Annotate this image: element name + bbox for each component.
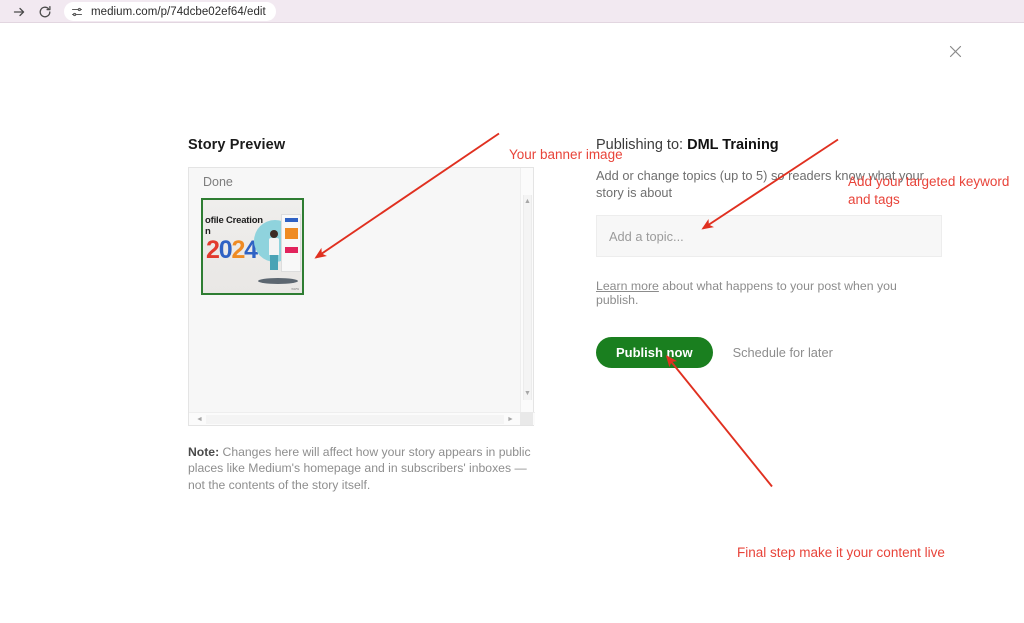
scroll-down-arrow-icon[interactable]: ▼ bbox=[521, 387, 534, 400]
banner-illustration bbox=[254, 212, 302, 290]
banner-year: 2024 bbox=[206, 236, 258, 264]
publication-name[interactable]: DML Training bbox=[687, 137, 779, 153]
preview-horizontal-scrollbar[interactable]: ◄ ► bbox=[189, 412, 535, 425]
banner-year-char-3: 2 bbox=[231, 236, 245, 264]
illustration-bar-pink bbox=[285, 247, 298, 253]
reload-icon[interactable] bbox=[32, 1, 58, 23]
publish-actions: Publish now Schedule for later bbox=[596, 337, 942, 368]
arrow-to-publish-button bbox=[665, 355, 773, 488]
illustration-screen bbox=[281, 214, 301, 272]
done-label: Done bbox=[203, 175, 233, 189]
annotation-final-text: Final step make it your content live bbox=[737, 545, 945, 560]
banner-credit: www bbox=[291, 287, 299, 291]
learn-more-line: Learn more about what happens to your po… bbox=[596, 279, 942, 307]
schedule-for-later-link[interactable]: Schedule for later bbox=[733, 345, 833, 360]
note-label: Note: bbox=[188, 445, 220, 459]
banner-year-char-2: 0 bbox=[218, 236, 233, 264]
scrollbar-corner bbox=[520, 412, 533, 425]
url-text: medium.com/p/74dcbe02ef64/edit bbox=[91, 5, 266, 18]
publish-now-button[interactable]: Publish now bbox=[596, 337, 713, 368]
horizontal-scroll-track[interactable] bbox=[206, 415, 504, 424]
learn-more-link[interactable]: Learn more bbox=[596, 279, 659, 293]
illustration-ground bbox=[258, 278, 298, 284]
publish-settings-section: Publishing to: DML Training Add or chang… bbox=[596, 137, 942, 368]
publish-dialog: Story Preview Done ofile Creation n 2024 bbox=[0, 23, 1024, 600]
preview-note: Note: Changes here will affect how your … bbox=[188, 444, 536, 493]
banner-year-char-1: 2 bbox=[206, 236, 220, 264]
illustration-person-body bbox=[269, 238, 279, 255]
scroll-right-arrow-icon[interactable]: ► bbox=[504, 413, 517, 426]
address-bar[interactable]: medium.com/p/74dcbe02ef64/edit bbox=[64, 2, 276, 21]
illustration-bar-orange bbox=[285, 228, 298, 239]
preview-vertical-scrollbar[interactable]: ▲ ▼ bbox=[520, 168, 533, 414]
preview-frame: Done ofile Creation n 2024 www ▲ ▼ ◄ ► bbox=[188, 167, 535, 426]
browser-toolbar: medium.com/p/74dcbe02ef64/edit bbox=[0, 0, 1024, 23]
banner-image[interactable]: ofile Creation n 2024 www bbox=[201, 198, 304, 295]
illustration-person-head bbox=[270, 230, 278, 238]
scroll-left-arrow-icon[interactable]: ◄ bbox=[193, 413, 206, 426]
forward-arrow-icon[interactable] bbox=[6, 1, 32, 23]
illustration-bar-blue bbox=[285, 218, 298, 222]
annotation-keyword-text: Add your targeted keyword and tags bbox=[848, 174, 1010, 207]
topic-input[interactable]: Add a topic... bbox=[596, 215, 942, 257]
page-title: Story Preview bbox=[188, 137, 286, 153]
vertical-scroll-track[interactable] bbox=[523, 195, 532, 400]
note-body: Changes here will affect how your story … bbox=[188, 445, 531, 492]
illustration-person-legs bbox=[270, 254, 278, 270]
tune-icon[interactable] bbox=[71, 6, 83, 18]
scroll-up-arrow-icon[interactable]: ▲ bbox=[521, 195, 534, 208]
publishing-to-line: Publishing to: DML Training bbox=[596, 137, 942, 153]
close-icon[interactable] bbox=[944, 40, 966, 62]
story-preview-section: Story Preview Done ofile Creation n 2024 bbox=[188, 137, 536, 493]
annotation-banner-text: Your banner image bbox=[509, 147, 623, 162]
